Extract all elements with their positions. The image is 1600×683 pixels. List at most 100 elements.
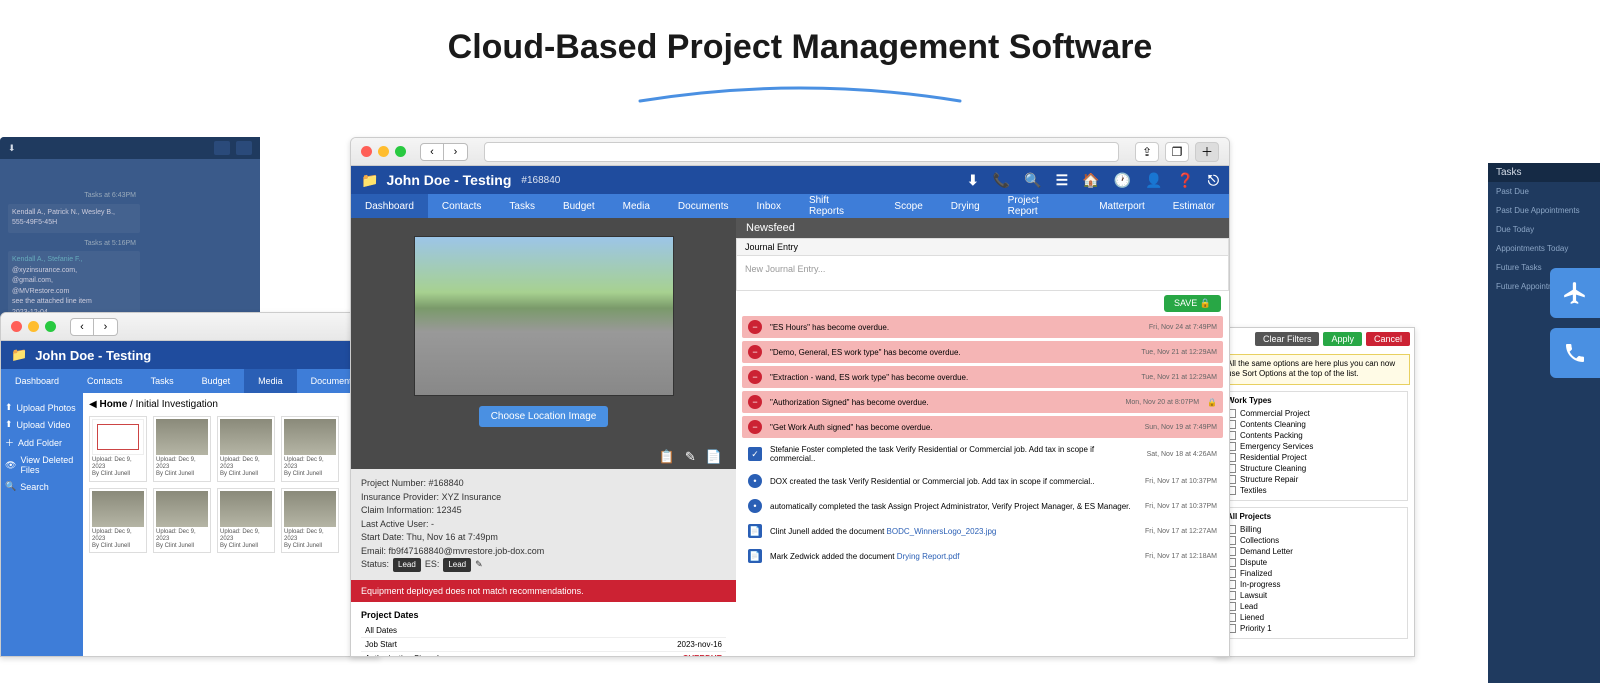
share-icon[interactable]: ⇪ bbox=[1135, 142, 1159, 162]
tab-contacts[interactable]: Contacts bbox=[73, 369, 137, 393]
apply-button[interactable]: Apply bbox=[1323, 332, 1362, 346]
tab-scope[interactable]: Scope bbox=[880, 194, 936, 218]
tab-drying[interactable]: Drying bbox=[937, 194, 994, 218]
back-button[interactable]: ‹ bbox=[70, 318, 94, 336]
thumb-item[interactable]: Upload: Dec 9, 2023By Clint Junell bbox=[89, 488, 147, 554]
checkbox-row[interactable]: Structure Cleaning bbox=[1227, 463, 1403, 474]
menu-icon[interactable]: ☰ bbox=[1056, 172, 1069, 189]
copy-icon[interactable]: 📋 bbox=[659, 449, 675, 465]
note-icon[interactable]: 📄 bbox=[706, 449, 722, 465]
checkbox-row[interactable]: Commercial Project bbox=[1227, 408, 1403, 419]
thumb-item[interactable]: Upload: Dec 9, 2023By Clint Junell bbox=[281, 488, 339, 554]
choose-image-button[interactable]: Choose Location Image bbox=[479, 406, 609, 427]
clock-icon[interactable]: 🕐 bbox=[1114, 172, 1131, 189]
tab-tasks[interactable]: Tasks bbox=[137, 369, 188, 393]
checkbox-row[interactable]: Demand Letter bbox=[1227, 546, 1403, 557]
feed-item[interactable]: −"Extraction - wand, ES work type" has b… bbox=[742, 366, 1223, 388]
tab-dashboard[interactable]: Dashboard bbox=[1, 369, 73, 393]
close-dot[interactable] bbox=[361, 146, 372, 157]
max-dot[interactable] bbox=[395, 146, 406, 157]
logout-icon[interactable]: ⎋ bbox=[1208, 172, 1219, 189]
sidebar-view-deleted[interactable]: 👁View Deleted Files bbox=[5, 452, 79, 478]
close-dot[interactable] bbox=[11, 321, 22, 332]
thumb-item[interactable]: Upload: Dec 9, 2023By Clint Junell bbox=[153, 416, 211, 482]
checkbox-row[interactable]: Billing bbox=[1227, 524, 1403, 535]
tab-dashboard[interactable]: Dashboard bbox=[351, 194, 428, 218]
thumb-item[interactable]: Upload: Dec 9, 2023By Clint Junell bbox=[153, 488, 211, 554]
sidebar-upload-video[interactable]: ⬆Upload Video bbox=[5, 416, 79, 433]
thumb-item[interactable]: Upload: Dec 9, 2023By Clint Junell bbox=[281, 416, 339, 482]
feed-item[interactable]: 📄Mark Zedwick added the document Drying … bbox=[742, 545, 1223, 567]
breadcrumb[interactable]: ◀ Home / Initial Investigation bbox=[89, 399, 373, 416]
tab-report[interactable]: Project Report bbox=[994, 194, 1086, 218]
tab-inbox[interactable]: Inbox bbox=[742, 194, 794, 218]
grid-view-icon[interactable] bbox=[236, 141, 252, 155]
checkbox-row[interactable]: Residential Project bbox=[1227, 452, 1403, 463]
checkbox-row[interactable]: Dispute bbox=[1227, 557, 1403, 568]
checkbox-row[interactable]: Lawsuit bbox=[1227, 590, 1403, 601]
clear-filters-button[interactable]: Clear Filters bbox=[1255, 332, 1320, 346]
journal-entry-input[interactable]: New Journal Entry... bbox=[737, 256, 1228, 290]
checkbox-row[interactable]: Priority 1 bbox=[1227, 623, 1403, 634]
forward-button[interactable]: › bbox=[444, 143, 468, 161]
thumb-item[interactable]: Upload: Dec 9, 2023By Clint Junell bbox=[89, 416, 147, 482]
home-icon[interactable]: 🏠 bbox=[1082, 172, 1099, 189]
task-card[interactable]: Kendall A., Patrick N., Wesley B., 555-4… bbox=[8, 204, 140, 233]
checkbox-row[interactable]: Contents Packing bbox=[1227, 430, 1403, 441]
sidebar-add-folder[interactable]: ＋Add Folder bbox=[5, 433, 79, 452]
list-view-icon[interactable] bbox=[214, 141, 230, 155]
feed-item[interactable]: •DOX created the task Verify Residential… bbox=[742, 470, 1223, 492]
tab-budget[interactable]: Budget bbox=[188, 369, 245, 393]
download-icon[interactable]: ⬇ bbox=[967, 172, 979, 189]
min-dot[interactable] bbox=[378, 146, 389, 157]
feed-item[interactable]: ✓Stefanie Foster completed the task Veri… bbox=[742, 441, 1223, 467]
sidebar-upload-photos[interactable]: ⬆Upload Photos bbox=[5, 399, 79, 416]
thumb-item[interactable]: Upload: Dec 9, 2023By Clint Junell bbox=[217, 416, 275, 482]
side-phone-button[interactable] bbox=[1550, 328, 1600, 378]
search-icon[interactable]: 🔍 bbox=[1024, 172, 1041, 189]
checkbox-row[interactable]: Liened bbox=[1227, 612, 1403, 623]
cancel-button[interactable]: Cancel bbox=[1366, 332, 1410, 346]
new-tab-icon[interactable]: ＋ bbox=[1195, 142, 1219, 162]
checkbox-row[interactable]: In-progress bbox=[1227, 579, 1403, 590]
checkbox-row[interactable]: Emergency Services bbox=[1227, 441, 1403, 452]
tabs-icon[interactable]: ❐ bbox=[1165, 142, 1189, 162]
edit-icon[interactable]: ✎ bbox=[685, 449, 696, 465]
tab-documents[interactable]: Documents bbox=[664, 194, 743, 218]
sidebar-search[interactable]: 🔍Search bbox=[5, 478, 79, 495]
min-dot[interactable] bbox=[28, 321, 39, 332]
user-icon[interactable]: 👤 bbox=[1145, 172, 1162, 189]
phone-icon[interactable]: 📞 bbox=[993, 172, 1010, 189]
url-bar[interactable] bbox=[484, 142, 1119, 162]
side-plane-button[interactable] bbox=[1550, 268, 1600, 318]
tab-matterport[interactable]: Matterport bbox=[1085, 194, 1159, 218]
forward-button[interactable]: › bbox=[94, 318, 118, 336]
back-button[interactable]: ‹ bbox=[420, 143, 444, 161]
feed-item[interactable]: −"Authorization Signed" has become overd… bbox=[742, 391, 1223, 413]
tab-tasks[interactable]: Tasks bbox=[495, 194, 549, 218]
doc-link[interactable]: BODC_WinnersLogo_2023.jpg bbox=[887, 527, 997, 536]
feed-item[interactable]: −"Get Work Auth signed" has become overd… bbox=[742, 416, 1223, 438]
tab-contacts[interactable]: Contacts bbox=[428, 194, 495, 218]
help-icon[interactable]: ❓ bbox=[1176, 172, 1193, 189]
checkbox-row[interactable]: Structure Repair bbox=[1227, 474, 1403, 485]
doc-link[interactable]: Drying Report.pdf bbox=[897, 552, 960, 561]
tab-budget[interactable]: Budget bbox=[549, 194, 609, 218]
feed-item[interactable]: −"Demo, General, ES work type" has becom… bbox=[742, 341, 1223, 363]
tab-estimator[interactable]: Estimator bbox=[1159, 194, 1229, 218]
edit-icon[interactable]: ✎ bbox=[475, 558, 483, 572]
feed-item[interactable]: −"ES Hours" has become overdue.Fri, Nov … bbox=[742, 316, 1223, 338]
checkbox-row[interactable]: Textiles bbox=[1227, 485, 1403, 496]
checkbox-row[interactable]: Lead bbox=[1227, 601, 1403, 612]
breadcrumb-home[interactable]: Home bbox=[99, 399, 127, 410]
save-button[interactable]: SAVE 🔒 bbox=[1164, 295, 1221, 312]
feed-item[interactable]: •automatically completed the task Assign… bbox=[742, 495, 1223, 517]
thumb-item[interactable]: Upload: Dec 9, 2023By Clint Junell bbox=[217, 488, 275, 554]
checkbox-row[interactable]: Contents Cleaning bbox=[1227, 419, 1403, 430]
checkbox-row[interactable]: Finalized bbox=[1227, 568, 1403, 579]
tab-media[interactable]: Media bbox=[609, 194, 664, 218]
download-icon[interactable]: ⬇ bbox=[8, 143, 16, 154]
feed-item[interactable]: 📄Clint Junell added the document BODC_Wi… bbox=[742, 520, 1223, 542]
tab-shift[interactable]: Shift Reports bbox=[795, 194, 880, 218]
checkbox-row[interactable]: Collections bbox=[1227, 535, 1403, 546]
